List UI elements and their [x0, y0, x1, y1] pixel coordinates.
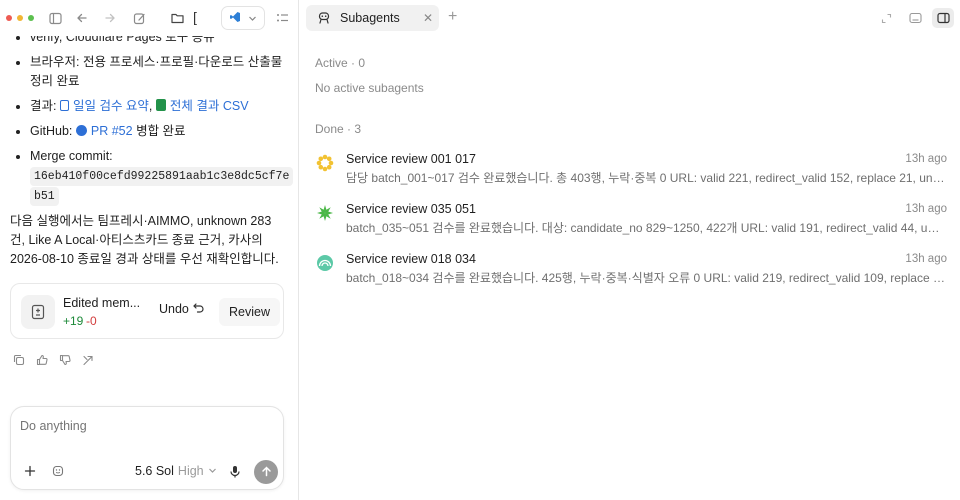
prompt-input[interactable] — [20, 419, 270, 433]
bullet-item-github: GitHub: PR #52 병합 완료 — [0, 122, 298, 141]
right-panel-toggle-icon[interactable] — [932, 8, 954, 28]
bullet-item-merge: Merge commit: 16eb410f00cefd99225891aab1… — [0, 147, 298, 206]
sun-avatar-icon — [316, 154, 334, 172]
close-icon[interactable]: ✕ — [423, 11, 433, 25]
new-chat-icon[interactable] — [130, 9, 148, 27]
project-name: [ — [193, 9, 197, 25]
zoom-window-button[interactable] — [28, 15, 34, 21]
microphone-icon[interactable] — [228, 464, 242, 478]
pr-link[interactable]: PR #52 — [75, 124, 133, 138]
subagents-panel: Subagents ✕ + Active · 0 No active subag… — [300, 0, 960, 500]
thumbs-up-icon[interactable] — [35, 353, 48, 366]
subagent-time: 13h ago — [905, 203, 947, 215]
model-select[interactable]: 5.6 Sol High — [135, 464, 217, 478]
fork-icon[interactable] — [81, 353, 94, 366]
terminal-icon[interactable] — [907, 10, 923, 26]
undo-icon — [193, 302, 204, 316]
forward-arrow-icon[interactable] — [101, 9, 119, 27]
message-composer: 5.6 Sol High — [10, 406, 284, 490]
document-icon — [59, 100, 69, 111]
additions-count: +19 — [63, 314, 84, 328]
github-icon — [75, 125, 87, 136]
leaf-avatar-icon — [316, 204, 334, 222]
title-bar: [ — [0, 0, 298, 36]
github-label: GitHub: — [30, 124, 73, 138]
chevron-down-icon — [248, 11, 257, 26]
subagents-icon — [317, 11, 331, 28]
empty-state: No active subagents — [315, 81, 424, 95]
subagent-title: Service review 018 034 — [346, 252, 476, 266]
subagent-summary: batch_035~051 검수를 완료했습니다. 대상: candidate_… — [346, 221, 946, 235]
subagent-summary: 담당 batch_001~017 검수 완료했습니다. 총 403행, 누락·중… — [346, 171, 946, 185]
chevron-down-icon — [208, 464, 217, 478]
reasoning-level: High — [177, 464, 204, 478]
send-button[interactable] — [254, 460, 278, 484]
tab-subagents[interactable]: Subagents ✕ — [306, 5, 439, 31]
subagent-title: Service review 035 051 — [346, 202, 476, 216]
bullet-item-result: 결과: 일일 검수 요약, 전체 결과 CSV — [0, 97, 298, 116]
summary-link[interactable]: 일일 검수 요약 — [59, 99, 149, 113]
folder-icon[interactable] — [168, 9, 186, 27]
bullet-item: 브라우저: 전용 프로세스·프로필·다운로드 산출물 정리 완료 — [0, 53, 298, 91]
minimize-window-button[interactable] — [17, 15, 23, 21]
window-controls — [6, 15, 34, 21]
add-tab-icon[interactable]: + — [448, 8, 457, 26]
csv-link[interactable]: 전체 결과 CSV — [155, 99, 249, 113]
separator: , — [148, 99, 153, 113]
commit-hash-cont: b51 — [30, 187, 59, 206]
undo-button[interactable]: Undo — [159, 302, 204, 316]
commit-hash: 16eb410f00cefd99225891aab1c3e8dc5cf7e — [30, 167, 294, 186]
thumbs-down-icon[interactable] — [58, 353, 71, 366]
model-name: 5.6 Sol — [135, 464, 174, 478]
diff-file-icon — [21, 295, 55, 329]
edited-file-name: Edited mem... — [63, 296, 141, 310]
merge-label: Merge commit: — [30, 149, 113, 163]
chat-transcript: verify, Cloudflare Pages 로구 공뉴 브라우저: 전용 … — [0, 28, 298, 269]
close-window-button[interactable] — [6, 15, 12, 21]
summary-paragraph: 다음 실행에서는 팀프레시·AIMMO, unknown 283건, Like … — [10, 214, 279, 266]
done-section-label: Done · 3 — [315, 122, 362, 136]
github-suffix: 병합 완료 — [136, 124, 186, 138]
subagent-item[interactable]: Service review 035 051 13h ago batch_035… — [315, 202, 947, 242]
message-actions — [12, 353, 94, 366]
sidebar-toggle-icon[interactable] — [46, 9, 64, 27]
spreadsheet-icon — [155, 99, 166, 111]
task-list-icon[interactable] — [273, 9, 291, 27]
subagent-time: 13h ago — [905, 253, 947, 265]
result-label: 결과: — [30, 99, 57, 113]
arrow-up-icon — [261, 465, 272, 480]
active-section-label: Active · 0 — [315, 56, 366, 70]
back-arrow-icon[interactable] — [73, 9, 91, 27]
panel-tab-bar: Subagents ✕ + — [300, 0, 960, 36]
edited-file-card: Edited mem... +19 -0 Undo Review — [10, 283, 284, 339]
editor-select[interactable] — [221, 6, 265, 30]
subagent-item[interactable]: Service review 001 017 13h ago 담당 batch_… — [315, 152, 947, 192]
collapse-icon[interactable] — [878, 10, 894, 26]
subagent-time: 13h ago — [905, 153, 947, 165]
deletions-count: -0 — [86, 314, 97, 328]
subagent-title: Service review 001 017 — [346, 152, 476, 166]
tab-label: Subagents — [340, 11, 400, 25]
copy-icon[interactable] — [12, 353, 25, 366]
subagent-item[interactable]: Service review 018 034 13h ago batch_018… — [315, 252, 947, 292]
review-button[interactable]: Review — [219, 298, 280, 326]
subagent-summary: batch_018~034 검수를 완료했습니다. 425행, 누락·중복·식별… — [346, 271, 946, 285]
wave-avatar-icon — [316, 254, 334, 272]
bullet-text: 브라우저: 전용 프로세스·프로필·다운로드 산출물 정리 완료 — [30, 55, 283, 88]
plus-icon[interactable] — [23, 464, 37, 478]
permissions-icon[interactable] — [51, 464, 65, 478]
chat-panel: verify, Cloudflare Pages 로구 공뉴 브라우저: 전용 … — [0, 0, 299, 500]
vscode-icon — [229, 11, 241, 26]
